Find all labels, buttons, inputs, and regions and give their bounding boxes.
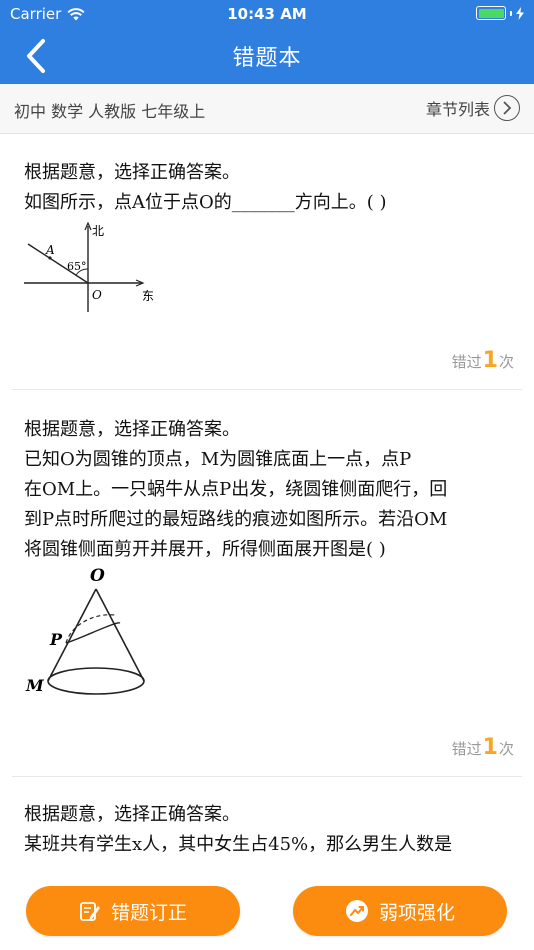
footer-toolbar: 错题订正 弱项强化 xyxy=(0,864,534,950)
correct-mistakes-label: 错题订正 xyxy=(110,901,187,924)
nav-bar: 错题本 xyxy=(0,28,534,84)
wrong-count-number: 1 xyxy=(482,348,498,373)
correct-mistakes-button[interactable]: 错题订正 xyxy=(26,886,240,936)
angle-label: 65° xyxy=(67,260,87,273)
question-line: 将圆锥侧面剪开并展开，所得侧面展开图是( ) xyxy=(24,539,386,560)
north-label: 北 xyxy=(92,224,104,238)
question-text: 根据题意，选择正确答案。 如图所示，点A位于点O的_______方向上。( ) xyxy=(24,158,504,218)
question-line: 已知O为圆锥的顶点，M为圆锥底面上一点，点P xyxy=(24,449,412,470)
chapter-list-label: 章节列表 xyxy=(425,100,490,119)
question-text: 根据题意，选择正确答案。 已知O为圆锥的顶点，M为圆锥底面上一点，点P 在OM上… xyxy=(24,415,504,565)
strengthen-weakness-button[interactable]: 弱项强化 xyxy=(293,886,507,936)
question-item[interactable]: 根据题意，选择正确答案。 如图所示，点A位于点O的_______方向上。( ) … xyxy=(12,134,522,390)
chapter-list-button[interactable]: 章节列表 xyxy=(426,95,520,121)
point-a-label: A xyxy=(45,243,55,257)
question-line: 到P点时所爬过的最短路线的痕迹如图所示。若沿OM xyxy=(24,509,448,530)
trend-up-icon xyxy=(345,900,368,922)
wrong-count: 错过 1 次 xyxy=(451,735,514,760)
battery-icon xyxy=(476,6,524,20)
question-list: 根据题意，选择正确答案。 如图所示，点A位于点O的_______方向上。( ) … xyxy=(0,134,534,864)
question-item[interactable]: 根据题意，选择正确答案。 已知O为圆锥的顶点，M为圆锥底面上一点，点P 在OM上… xyxy=(12,391,522,777)
point-o-label: O xyxy=(92,288,102,302)
book-info: 初中 数学 人教版 七年级上 xyxy=(14,102,206,121)
cone-figure: O P M xyxy=(25,566,145,695)
app-header: Carrier 10:43 AM 错题本 xyxy=(0,0,534,84)
wrong-count: 错过 1 次 xyxy=(451,348,514,373)
point-o-label: O xyxy=(90,566,105,586)
question-line: 在OM上。一只蜗牛从点P出发，绕圆锥侧面爬行，回 xyxy=(24,479,448,500)
question-line: 某班共有学生x人，其中女生占45%，那么男生人数是 xyxy=(24,834,453,855)
question-instruction: 根据题意，选择正确答案。 xyxy=(24,804,240,825)
chevron-right-icon xyxy=(494,95,520,121)
question-line: 如图所示，点A位于点O的_______方向上。( ) xyxy=(24,192,387,213)
edit-note-icon xyxy=(80,902,100,921)
question-text: 根据题意，选择正确答案。 某班共有学生x人，其中女生占45%，那么男生人数是 (… xyxy=(24,800,504,864)
status-bar: Carrier 10:43 AM xyxy=(0,0,534,28)
question-instruction: 根据题意，选择正确答案。 xyxy=(24,419,240,440)
question-instruction: 根据题意，选择正确答案。 xyxy=(24,162,240,183)
strengthen-weakness-label: 弱项强化 xyxy=(378,901,455,924)
book-info-bar: 初中 数学 人教版 七年级上 章节列表 xyxy=(0,84,534,134)
east-label: 东 xyxy=(142,289,154,303)
point-p-label: P xyxy=(49,630,63,649)
charging-icon xyxy=(516,6,524,20)
point-m-label: M xyxy=(25,676,45,695)
wrong-count-number: 1 xyxy=(482,735,498,760)
page-title: 错题本 xyxy=(232,46,302,71)
status-time: 10:43 AM xyxy=(227,5,307,23)
direction-figure: 北 东 A 65° O xyxy=(24,222,154,312)
question-item[interactable]: 根据题意，选择正确答案。 某班共有学生x人，其中女生占45%，那么男生人数是 (… xyxy=(12,778,522,864)
